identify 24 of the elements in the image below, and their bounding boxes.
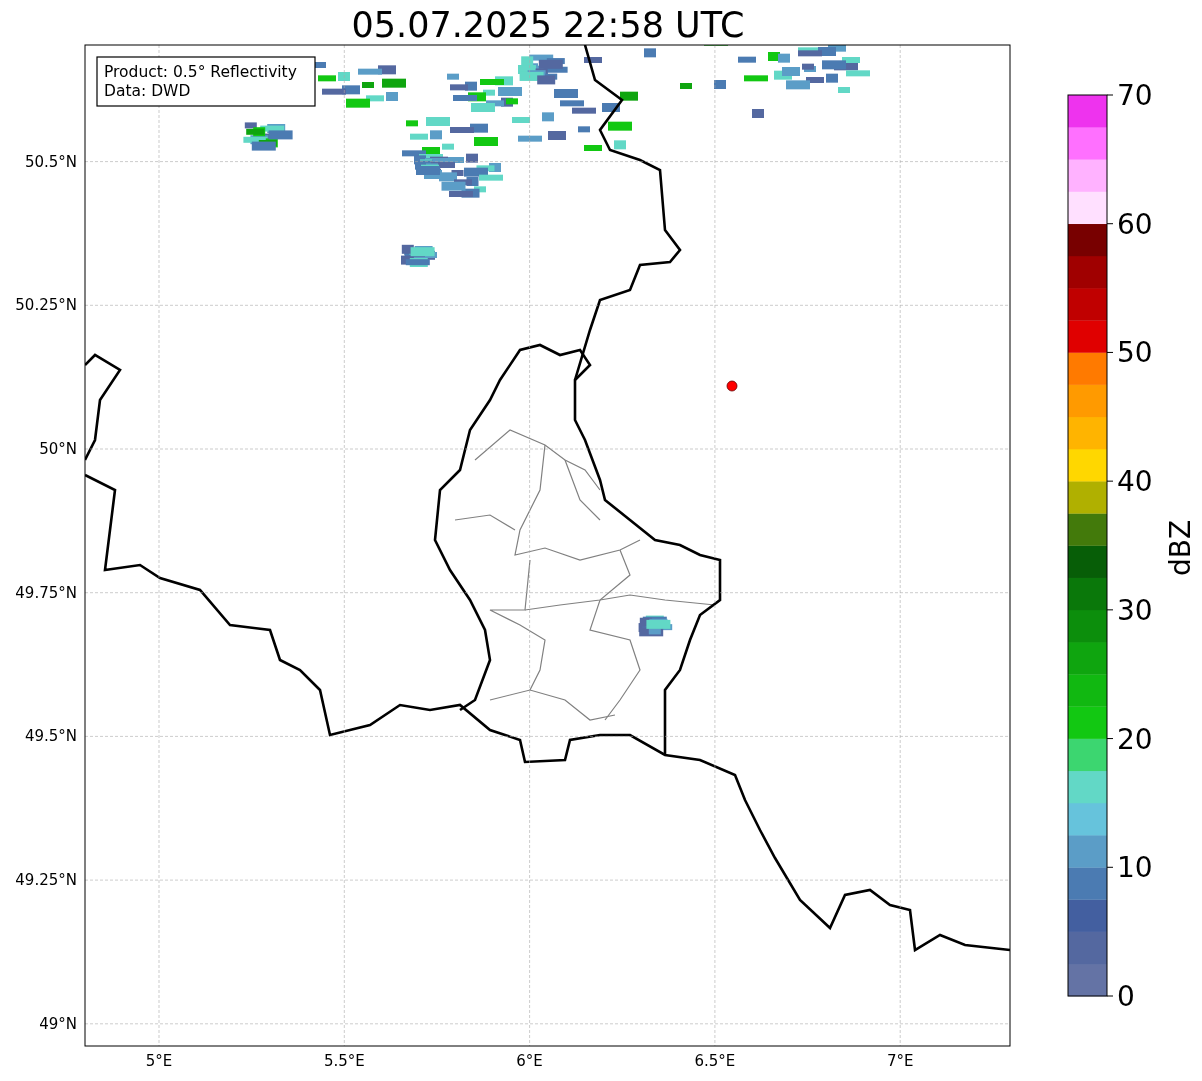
tick-label: 40 (1117, 465, 1153, 499)
tick-label: 49.5°N (24, 727, 77, 746)
tick-label: 50 (1117, 336, 1153, 370)
tick-label: 6°E (516, 1052, 543, 1070)
axis-label: dBZ (1164, 519, 1197, 577)
tick-label: 50.5°N (24, 152, 77, 171)
tick-label: 10 (1117, 851, 1153, 885)
tick-label: 5.5°E (323, 1052, 365, 1070)
tick-label: 7°E (886, 1052, 914, 1070)
tick-label: 5°E (145, 1052, 173, 1070)
tick-label: 49.25°N (15, 871, 77, 890)
chart-title: 05.07.2025 22:58 UTC (351, 5, 745, 45)
tick-label: 49.75°N (15, 583, 77, 602)
tick-label: 49°N (39, 1014, 77, 1033)
tick-label: 0 (1117, 980, 1135, 1013)
tick-label: 6.5°E (694, 1052, 736, 1070)
legend-text: Data: DWD (104, 82, 191, 100)
tick-label: 20 (1117, 722, 1153, 756)
tick-label: 70 (1117, 79, 1153, 112)
tick-label: 50.25°N (15, 296, 77, 315)
tick-label: 60 (1117, 207, 1153, 241)
tick-label: 50°N (39, 440, 77, 458)
legend-text: Product: 0.5° Reflectivity (104, 63, 297, 81)
tick-label: 30 (1117, 593, 1153, 627)
